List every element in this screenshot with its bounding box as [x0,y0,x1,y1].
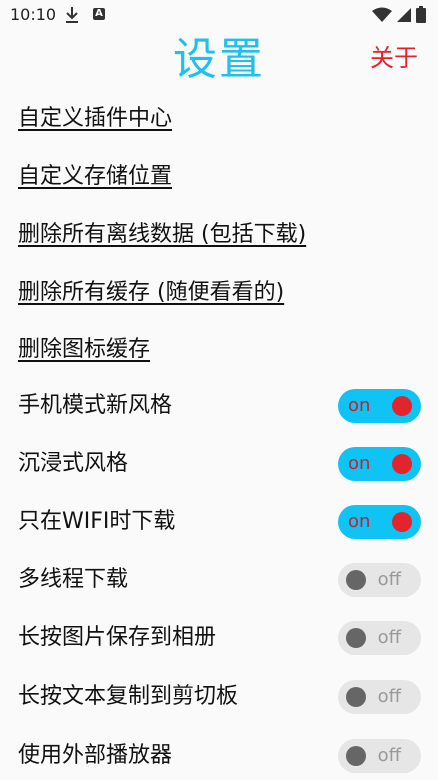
status-time: 10:10 [10,5,57,24]
status-bar: 10:10 A [0,0,438,30]
switch-knob [346,628,366,648]
header: 设置 关于 [0,30,438,90]
switch-knob [392,512,412,532]
toggle-label: 长按图片保存到相册 [18,625,217,650]
switch-state-text: on [348,511,371,532]
switch-knob [346,570,366,590]
wifi-icon [372,7,392,22]
custom-plugin-center-link[interactable]: 自定义插件中心 [18,104,172,134]
custom-storage-location-link[interactable]: 自定义存储位置 [18,162,172,192]
signal-icon [397,7,411,22]
switch-state-text: off [377,686,401,707]
immersive-style-switch[interactable]: on [338,447,421,481]
external-player-switch[interactable]: off [338,739,421,773]
long-press-copy-text-switch[interactable]: off [338,680,421,714]
toggle-label: 多线程下载 [18,567,129,592]
toggle-row-external-player: 使用外部播放器 off [0,737,438,777]
toggle-label: 长按文本复制到剪切板 [18,684,239,709]
toggle-row-immersive: 沉浸式风格 on [0,445,438,485]
download-icon [66,7,78,23]
a-badge-icon: A [93,8,105,20]
toggle-label: 只在WIFI时下载 [18,509,176,534]
switch-state-text: on [348,395,371,416]
switch-state-text: off [377,569,401,590]
toggle-label: 手机模式新风格 [18,393,173,418]
delete-offline-data-link[interactable]: 删除所有离线数据 (包括下载) [18,220,306,250]
switch-state-text: off [377,745,401,766]
battery-icon [416,6,426,23]
toggle-row-phone-mode: 手机模式新风格 on [0,387,438,427]
multithread-download-switch[interactable]: off [338,563,421,597]
toggle-row-wifi-only: 只在WIFI时下载 on [0,503,438,543]
toggle-row-save-image: 长按图片保存到相册 off [0,619,438,659]
delete-icon-cache-link[interactable]: 删除图标缓存 [18,335,150,365]
toggle-row-copy-text: 长按文本复制到剪切板 off [0,678,438,718]
delete-all-cache-link[interactable]: 删除所有缓存 (随便看看的) [18,278,284,308]
about-button[interactable]: 关于 [370,42,418,74]
status-icons [372,6,426,23]
phone-mode-switch[interactable]: on [338,389,421,423]
switch-state-text: off [377,627,401,648]
long-press-save-image-switch[interactable]: off [338,621,421,655]
switch-knob [392,396,412,416]
switch-knob [346,687,366,707]
toggle-label: 使用外部播放器 [18,743,173,768]
switch-knob [346,746,366,766]
toggle-label: 沉浸式风格 [18,451,129,476]
switch-state-text: on [348,453,371,474]
toggle-row-multithread: 多线程下载 off [0,561,438,601]
wifi-only-download-switch[interactable]: on [338,505,421,539]
switch-knob [392,454,412,474]
